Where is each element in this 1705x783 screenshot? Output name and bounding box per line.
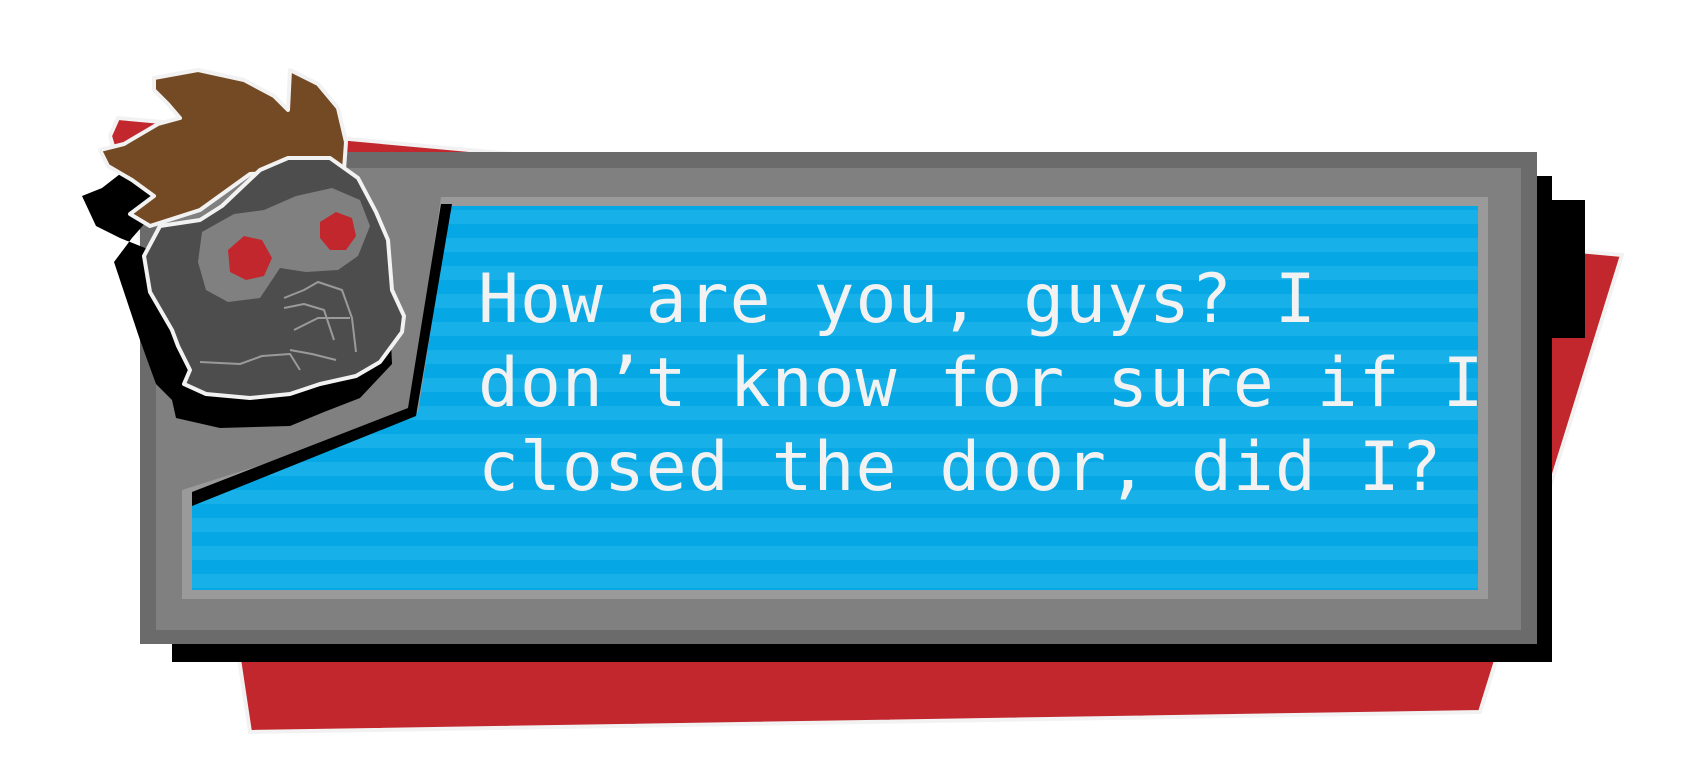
- dialog-line-1: How are you, guys? I: [478, 260, 1317, 339]
- dialog-text: How are you, guys? I don’t know for sure…: [478, 258, 1485, 510]
- dialog-line-2: don’t know for sure if I: [478, 344, 1485, 423]
- dialog-line-3: closed the door, did I?: [478, 428, 1443, 507]
